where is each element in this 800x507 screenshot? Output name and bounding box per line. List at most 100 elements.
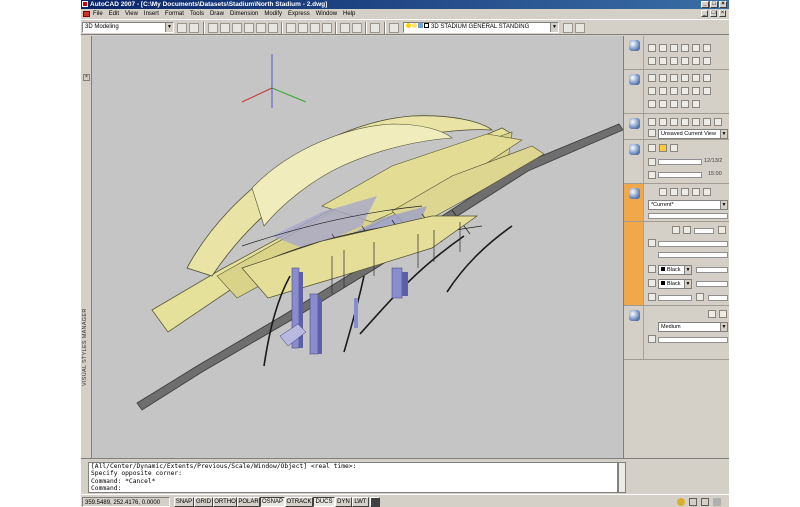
command-scrollbar[interactable] xyxy=(618,462,626,493)
subtract-icon[interactable] xyxy=(659,100,667,108)
autocad-logo-icon[interactable] xyxy=(82,1,88,7)
menu-express[interactable]: Express xyxy=(288,9,310,19)
communication-center-icon[interactable] xyxy=(677,498,685,506)
obscured-width-slider[interactable] xyxy=(696,281,728,287)
cone-icon[interactable] xyxy=(670,74,678,82)
doc-close-icon[interactable]: × xyxy=(719,10,726,17)
chevron-down-icon[interactable]: ▼ xyxy=(720,201,727,209)
section-icon[interactable] xyxy=(692,100,700,108)
layer-properties-icon[interactable] xyxy=(389,23,399,33)
undo-icon[interactable] xyxy=(340,23,350,33)
layer-previous-icon[interactable] xyxy=(575,23,585,33)
render-style-icon[interactable] xyxy=(683,226,691,234)
3d-make-panel-icon[interactable] xyxy=(629,74,640,85)
visual-style-icon[interactable] xyxy=(672,226,680,234)
document-icon[interactable] xyxy=(83,11,90,17)
spline-tool-icon[interactable] xyxy=(703,44,711,52)
silhouette-width-slider[interactable] xyxy=(708,295,728,301)
loft-icon[interactable] xyxy=(681,87,689,95)
sun-status-icon[interactable] xyxy=(648,144,656,152)
plot-icon[interactable] xyxy=(244,23,254,33)
material-remove-icon[interactable] xyxy=(692,188,700,196)
fly-icon[interactable] xyxy=(692,118,700,126)
material-select[interactable]: *Current* ▼ xyxy=(648,200,728,210)
edge-width-slider[interactable] xyxy=(696,267,728,273)
material-slider[interactable] xyxy=(648,213,728,219)
save-icon[interactable] xyxy=(232,23,242,33)
hatch-tool-icon[interactable] xyxy=(648,57,656,65)
view-select[interactable]: Unsaved Current View ▼ xyxy=(658,129,728,139)
open-file-icon[interactable] xyxy=(220,23,230,33)
render-icon[interactable] xyxy=(708,310,716,318)
model-space-icon[interactable] xyxy=(370,497,380,507)
chevron-down-icon[interactable]: ▼ xyxy=(550,23,558,32)
revolve-icon[interactable] xyxy=(670,87,678,95)
polar-toggle[interactable]: POLAR xyxy=(237,497,260,507)
jitter-slider[interactable] xyxy=(658,252,728,258)
doc-restore-icon[interactable]: □ xyxy=(710,10,717,17)
silhouette-dropdown-icon[interactable] xyxy=(696,293,704,301)
ducs-toggle[interactable]: DUCS xyxy=(313,497,335,507)
slice-icon[interactable] xyxy=(703,87,711,95)
3d-navigate-panel-icon[interactable] xyxy=(629,118,640,129)
menu-view[interactable]: View xyxy=(125,9,138,19)
doc-minimize-icon[interactable]: _ xyxy=(701,10,708,17)
layer-select[interactable]: 3D STADIUM GENERAL STANDING ▼ xyxy=(403,22,559,33)
paste-icon[interactable] xyxy=(310,23,320,33)
cylinder-icon[interactable] xyxy=(659,74,667,82)
materials-panel-icon[interactable] xyxy=(629,188,640,199)
menu-insert[interactable]: Insert xyxy=(144,9,159,19)
workspace-settings-icon[interactable] xyxy=(177,23,187,33)
otrack-toggle[interactable]: OTRACK xyxy=(285,497,313,507)
obscured-color-select[interactable]: Black ▼ xyxy=(658,279,692,289)
cut-icon[interactable] xyxy=(286,23,296,33)
materials-icon[interactable] xyxy=(659,188,667,196)
render-settings-icon[interactable] xyxy=(648,335,656,343)
chevron-down-icon[interactable]: ▼ xyxy=(165,23,173,32)
menu-dimension[interactable]: Dimension xyxy=(230,9,258,19)
menu-file[interactable]: File xyxy=(93,9,103,19)
sun-properties-icon[interactable] xyxy=(659,144,667,152)
2d-draw-panel-icon[interactable] xyxy=(629,40,640,51)
render-panel-icon[interactable] xyxy=(629,310,640,321)
arc-tool-icon[interactable] xyxy=(670,44,678,52)
named-views-icon[interactable] xyxy=(648,129,656,137)
extrude-icon[interactable] xyxy=(648,87,656,95)
presspull-icon[interactable] xyxy=(659,87,667,95)
sweep-icon[interactable] xyxy=(692,87,700,95)
walk-icon[interactable] xyxy=(681,118,689,126)
drawing-viewport[interactable] xyxy=(92,36,623,458)
redo-icon[interactable] xyxy=(352,23,362,33)
pyramid-icon[interactable] xyxy=(692,74,700,82)
sphere-icon[interactable] xyxy=(681,74,689,82)
menu-help[interactable]: Help xyxy=(343,9,355,19)
line-tool-icon[interactable] xyxy=(648,44,656,52)
chevron-down-icon[interactable]: ▼ xyxy=(720,323,727,331)
interfere-icon[interactable] xyxy=(681,100,689,108)
snap-toggle[interactable]: SNAP xyxy=(174,497,194,507)
intersect-icon[interactable] xyxy=(670,100,678,108)
edge-slider[interactable] xyxy=(658,241,728,247)
style-slider[interactable] xyxy=(694,228,714,234)
match-properties-icon[interactable] xyxy=(322,23,332,33)
render-quality-slider[interactable] xyxy=(658,337,728,343)
help-icon[interactable] xyxy=(370,23,380,33)
menu-tools[interactable]: Tools xyxy=(190,9,204,19)
close-icon[interactable]: × xyxy=(719,1,727,8)
torus-icon[interactable] xyxy=(703,74,711,82)
ortho-toggle[interactable]: ORTHO xyxy=(213,497,237,507)
visual-styles-palette-tab[interactable]: × VISUAL STYLES MANAGER xyxy=(81,36,92,458)
workspace-save-icon[interactable] xyxy=(189,23,199,33)
command-input[interactable]: Command: xyxy=(91,485,617,492)
chevron-down-icon[interactable]: ▼ xyxy=(720,130,727,138)
time-slider[interactable] xyxy=(658,172,702,178)
osnap-toggle[interactable]: OSNAP xyxy=(260,497,285,507)
new-file-icon[interactable] xyxy=(208,23,218,33)
move-tool-icon[interactable] xyxy=(703,57,711,65)
menu-edit[interactable]: Edit xyxy=(109,9,119,19)
material-settings-icon[interactable] xyxy=(703,188,711,196)
menu-draw[interactable]: Draw xyxy=(210,9,224,19)
lwt-toggle[interactable]: LWT xyxy=(352,497,369,507)
close-icon[interactable]: × xyxy=(83,74,90,81)
edge-color-select[interactable]: Black ▼ xyxy=(658,265,692,275)
